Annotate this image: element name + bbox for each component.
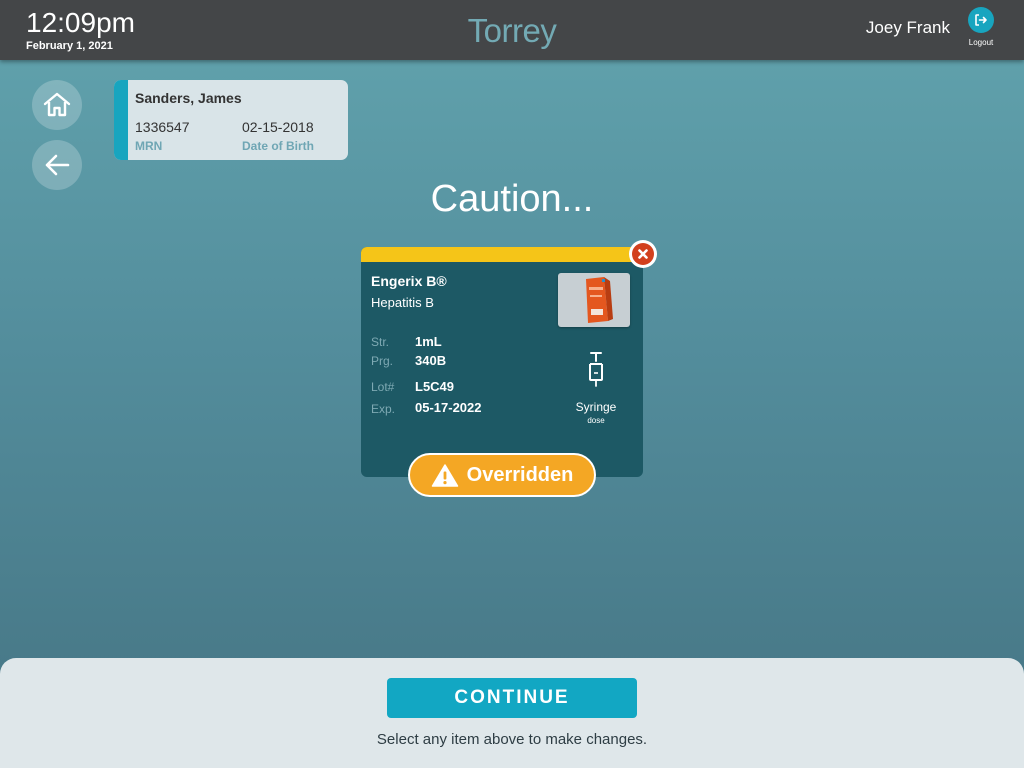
logout-icon — [968, 7, 994, 33]
patient-card[interactable]: Sanders, James 1336547 02-15-2018 MRN Da… — [114, 80, 348, 160]
program-value: 340B — [415, 353, 447, 368]
syringe-icon — [589, 352, 603, 387]
warning-icon — [431, 463, 458, 487]
vaccine-product-image — [558, 273, 630, 327]
overridden-label: Overridden — [466, 463, 574, 486]
dose-type-label: Syringe — [575, 400, 617, 414]
overridden-badge[interactable]: Overridden — [408, 453, 596, 497]
continue-button[interactable]: CONTINUE — [387, 678, 637, 718]
logout-label: Logout — [968, 38, 994, 47]
lot-value: L5C49 — [415, 379, 455, 394]
patient-dob-label: Date of Birth — [242, 139, 314, 153]
program-label: Prg. — [371, 354, 394, 368]
patient-dob: 02-15-2018 — [242, 119, 314, 135]
vaccine-description: Hepatitis B — [371, 295, 434, 310]
hint-text: Select any item above to make changes. — [376, 731, 648, 748]
patient-mrn-label: MRN — [135, 139, 163, 153]
dose-type-sub: dose — [587, 416, 605, 425]
home-icon — [43, 92, 71, 117]
vaccine-status-bar — [361, 247, 643, 262]
vaccine-name: Engerix B® — [371, 273, 447, 289]
user-name: Joey Frank — [865, 18, 950, 37]
patient-card-accent — [114, 80, 128, 160]
arrow-left-icon — [45, 154, 70, 176]
page-title: Caution... — [430, 178, 594, 220]
logout-button[interactable]: Logout — [964, 7, 998, 51]
strength-value: 1mL — [415, 334, 442, 349]
vaccine-card[interactable]: Engerix B® Hepatitis B Str. 1mL Prg. 340… — [361, 240, 657, 477]
strength-label: Str. — [371, 335, 390, 349]
patient-name: Sanders, James — [135, 90, 242, 106]
lot-label: Lot# — [371, 380, 395, 394]
remove-vaccine-button[interactable] — [629, 240, 657, 268]
expiration-value: 05-17-2022 — [415, 400, 482, 415]
bottom-action-panel: CONTINUE Select any item above to make c… — [0, 658, 1024, 768]
close-icon — [632, 243, 654, 265]
top-header: 12:09pm February 1, 2021 Torrey Joey Fra… — [0, 0, 1024, 60]
home-button[interactable] — [32, 80, 82, 130]
expiration-label: Exp. — [371, 402, 396, 416]
patient-mrn: 1336547 — [135, 119, 190, 135]
